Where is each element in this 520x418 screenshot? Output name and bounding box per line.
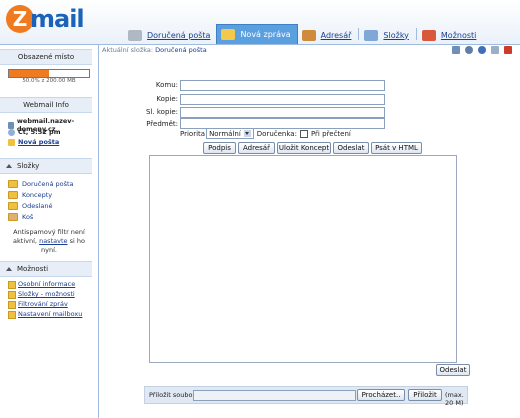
sidebar: Obsazené místo 50.0% z 200.00 MB Webmail… [0, 45, 99, 418]
folder-sent-link[interactable]: Odeslané [22, 202, 53, 210]
tab-addressbook-label: Adresář [320, 30, 352, 40]
addressbook-icon [301, 29, 316, 41]
tab-options[interactable]: Možnosti [418, 26, 483, 44]
quota-bar [8, 69, 90, 78]
to-field[interactable] [180, 80, 385, 91]
cc-label: Kopie: [156, 95, 178, 103]
toolbar-icons [452, 46, 512, 54]
read-receipt-label: Při přečtení [310, 129, 351, 138]
collapse-arrow-icon [6, 164, 12, 168]
bcc-label: Sl. kopie: [146, 108, 178, 116]
folder-drafts[interactable]: Koncepty [8, 191, 52, 199]
option-message-filters[interactable]: Filtrování zpráv [8, 300, 68, 309]
webmail-info-title: Webmail Info [23, 101, 69, 109]
new-mail-link[interactable]: Nová pošta [18, 138, 59, 146]
clock-icon [8, 128, 15, 136]
option-folder-settings[interactable]: Složky - možnosti [8, 290, 75, 299]
chevron-down-icon [243, 130, 251, 137]
folder-inbox[interactable]: Doručená pošta [8, 180, 74, 188]
time-row: Čt, 5:52 pm [8, 128, 60, 136]
tab-compose[interactable]: Nová zpráva [216, 24, 298, 44]
tab-folders-label: Složky [383, 30, 409, 40]
quota-heading: Obsazené místo [0, 49, 92, 65]
antispam-note: Antispamový filtr není aktivní, nastavte… [6, 228, 92, 255]
app-header: Z mail Doručená pošta Nová zpráva Adresá… [0, 0, 520, 45]
send-button[interactable]: Odeslat [333, 142, 369, 154]
signature-button[interactable]: Podpis [203, 142, 236, 154]
inbox-icon [128, 29, 142, 41]
new-mail-row[interactable]: Nová pošta [8, 138, 59, 146]
tab-options-label: Možnosti [440, 30, 477, 40]
folders-title: Složky [17, 162, 40, 170]
option-mailbox-settings[interactable]: Nastavení mailboxu [7, 310, 82, 319]
save-draft-button[interactable]: Uložit Koncept [277, 142, 331, 154]
quota-text: 50.0% z 200.00 MB [22, 78, 76, 84]
folder-icon [8, 180, 18, 188]
priority-select[interactable]: Normální [206, 128, 254, 139]
trash-icon [8, 213, 18, 221]
tab-separator [415, 28, 417, 40]
tab-compose-label: Nová zpráva [240, 30, 291, 39]
folders-heading[interactable]: Složky [0, 158, 92, 174]
breadcrumb-folder: Doručená pošta [155, 46, 207, 54]
message-body[interactable] [149, 155, 457, 363]
mail-icon [8, 138, 15, 146]
options-heading[interactable]: Možnosti [0, 261, 92, 277]
subject-label: Předmět: [146, 120, 178, 128]
addressbook-button[interactable]: Adresář [238, 142, 275, 154]
zmail-logo[interactable]: Z mail [6, 3, 85, 35]
receipt-label: Doručenka: [256, 129, 297, 138]
options-title: Možnosti [17, 265, 49, 273]
cc-field[interactable] [180, 94, 385, 105]
help-icon[interactable] [478, 46, 486, 54]
folder-sent[interactable]: Odeslané [8, 202, 53, 210]
folder-trash[interactable]: Koš [8, 213, 33, 221]
quota-fill [9, 70, 49, 77]
folder-trash-link[interactable]: Koš [22, 213, 33, 221]
attach-button[interactable]: Přiložit [408, 389, 442, 401]
bcc-field[interactable] [180, 107, 385, 118]
tools-icon [421, 29, 436, 41]
folders-icon [364, 29, 379, 41]
antispam-setup-link[interactable]: nastavte [39, 237, 67, 245]
option-personal-info[interactable]: Osobní informace [7, 280, 75, 289]
to-label: Komu: [155, 81, 178, 89]
webmail-info-heading: Webmail Info [0, 97, 92, 113]
compose-icon [221, 29, 236, 40]
breadcrumb: Aktuální složka: Doručená pošta [102, 46, 207, 54]
folder-inbox-link[interactable]: Doručená pošta [22, 180, 74, 188]
time-text: Čt, 5:52 pm [18, 128, 61, 136]
tab-addressbook[interactable]: Adresář [298, 26, 358, 44]
collapse-arrow-icon [6, 267, 12, 271]
quota-title: Obsazené místo [17, 53, 75, 61]
read-receipt-checkbox[interactable] [299, 129, 308, 138]
tab-inbox[interactable]: Doručená pošta [124, 26, 216, 44]
send-bottom-button[interactable]: Odeslat [436, 364, 470, 376]
list-view-icon[interactable] [452, 46, 460, 54]
priority-label: Priorita [180, 129, 206, 138]
options-row: Priorita Normální Doručenka: Při přečten… [180, 128, 351, 139]
breadcrumb-label: Aktuální složka: [102, 46, 154, 54]
priority-value: Normální [209, 129, 241, 138]
folder-icon [8, 202, 18, 210]
tab-inbox-label: Doručená pošta [147, 30, 211, 40]
attachment-bar: Přiložit soubor: Procházet.. Přiložit (m… [144, 386, 468, 407]
folder-icon [8, 191, 18, 199]
attach-file-field[interactable] [193, 390, 356, 401]
attach-max-size: (max. 20 M) [445, 391, 464, 407]
tab-separator [358, 28, 360, 40]
main-tabs: Doručená pošta Nová zpráva Adresář Složk… [124, 24, 482, 44]
search-icon[interactable] [465, 46, 473, 54]
browse-button[interactable]: Procházet.. [357, 389, 405, 401]
folder-drafts-link[interactable]: Koncepty [22, 191, 52, 199]
attach-label: Přiložit soubor: [149, 391, 198, 399]
logout-icon[interactable] [504, 46, 512, 54]
tab-folders[interactable]: Složky [360, 26, 414, 44]
print-icon[interactable] [491, 46, 499, 54]
logo-word: mail [30, 5, 85, 33]
html-mode-button[interactable]: Psát v HTML [371, 142, 422, 154]
